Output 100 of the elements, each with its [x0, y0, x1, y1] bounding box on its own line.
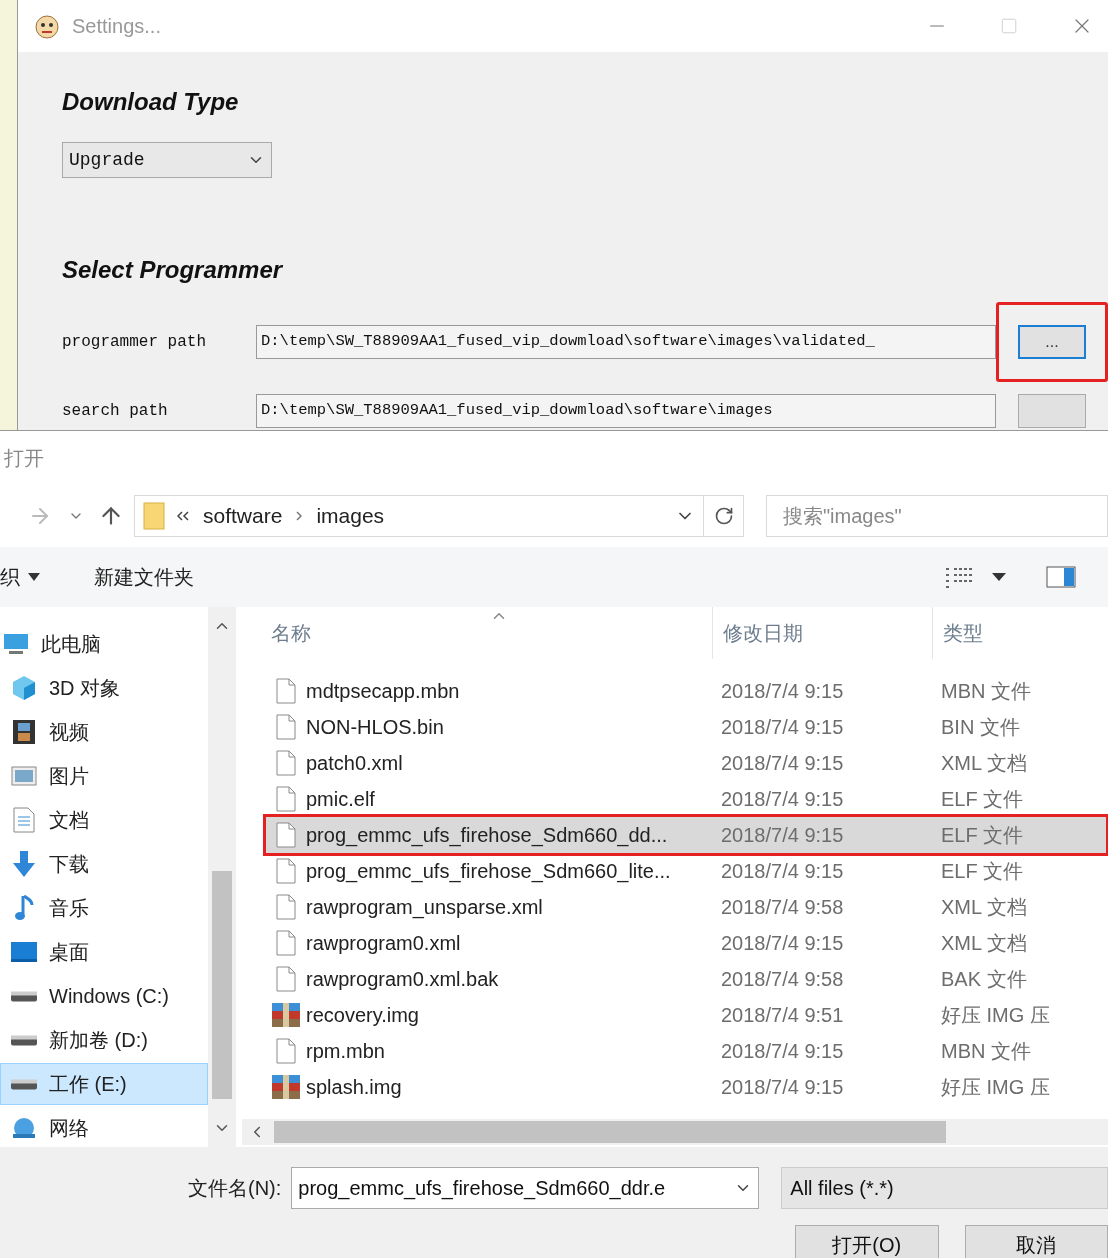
- file-date: 2018/7/4 9:15: [720, 1039, 845, 1064]
- file-name: rpm.mbn: [306, 1039, 386, 1064]
- file-name: prog_emmc_ufs_firehose_Sdm660_lite...: [306, 859, 672, 885]
- file-row[interactable]: prog_emmc_ufs_firehose_Sdm660_dd... 2018/7/4 9:15 ELF 文件: [266, 817, 1106, 853]
- sidebar-item[interactable]: 新加卷 (D:): [0, 1019, 208, 1061]
- refresh-button[interactable]: [704, 495, 744, 537]
- sidebar-item[interactable]: 视频: [0, 711, 208, 753]
- file-row[interactable]: rawprogram0.xml 2018/7/4 9:15 XML 文档: [266, 925, 1106, 961]
- path-field[interactable]: D:\temp\SW_T88909AA1_fused_vip_dowmload\software\images: [256, 394, 996, 428]
- dropdown-triangle-icon[interactable]: [992, 573, 1006, 581]
- file-name: recovery.img: [306, 1003, 420, 1028]
- column-header[interactable]: 名称: [242, 618, 712, 648]
- path-label: programmer path: [62, 332, 208, 353]
- file-type: 好压 IMG 压: [940, 1003, 1051, 1028]
- sidebar-item[interactable]: 网络: [0, 1107, 208, 1147]
- file-type: BAK 文件: [940, 967, 1028, 992]
- file-name: rawprogram0.xml.bak: [306, 967, 500, 992]
- file-name: patch0.xml: [306, 751, 404, 776]
- file-icon: [276, 714, 296, 740]
- horizontal-scrollbar[interactable]: [242, 1119, 1108, 1145]
- file-date: 2018/7/4 9:15: [720, 1075, 845, 1100]
- file-type: XML 文档: [940, 751, 1028, 776]
- file-row[interactable]: splash.img 2018/7/4 9:15 好压 IMG 压: [266, 1069, 1106, 1105]
- address-bar[interactable]: software images: [134, 495, 704, 537]
- preview-pane-icon[interactable]: [1046, 566, 1076, 588]
- view-options-icon[interactable]: [944, 566, 974, 588]
- file-type: ELF 文件: [940, 787, 1025, 812]
- computer-icon: [3, 633, 29, 655]
- file-icon: [276, 966, 296, 992]
- sidebar-scrollbar[interactable]: [208, 607, 236, 1147]
- download-type-dropdown[interactable]: Upgrade: [62, 142, 272, 178]
- file-date: 2018/7/4 9:58: [720, 967, 845, 992]
- sidebar-item[interactable]: 工作 (E:): [0, 1063, 208, 1105]
- maximize-icon: [1000, 17, 1018, 35]
- dropdown-triangle-icon: [28, 573, 40, 581]
- file-name: splash.img: [306, 1075, 403, 1100]
- music-note-icon: [14, 894, 34, 922]
- archive-icon: [271, 1074, 301, 1100]
- file-type: BIN 文件: [940, 715, 1021, 740]
- search-field[interactable]: 搜索"images": [766, 495, 1108, 537]
- file-name: rawprogram_unsparse.xml: [306, 895, 544, 921]
- film-icon: [12, 719, 36, 745]
- sidebar-item[interactable]: 文档: [0, 799, 208, 841]
- file-name: rawprogram0.xml: [306, 931, 462, 956]
- sidebar-item[interactable]: Windows (C:): [0, 975, 208, 1017]
- file-row[interactable]: prog_emmc_ufs_firehose_Sdm660_lite... 2018/7/4 9:15 ELF 文件: [266, 853, 1106, 889]
- sidebar-item[interactable]: 3D 对象: [0, 667, 208, 709]
- overflow-chevrons-icon[interactable]: [177, 511, 189, 521]
- scrollbar-thumb[interactable]: [212, 871, 232, 1099]
- file-type: MBN 文件: [940, 679, 1032, 704]
- file-row[interactable]: rawprogram_unsparse.xml 2018/7/4 9:58 XML 文档: [266, 889, 1106, 925]
- file-type: MBN 文件: [940, 1039, 1032, 1064]
- file-date: 2018/7/4 9:15: [720, 679, 845, 704]
- drive-icon: [10, 990, 38, 1002]
- browse-button[interactable]: ...: [1018, 325, 1086, 359]
- file-icon: [276, 894, 296, 920]
- file-name: NON-HLOS.bin: [306, 715, 445, 740]
- cancel-button[interactable]: 取消: [964, 1225, 1108, 1258]
- dialog-title: 打开: [4, 446, 44, 471]
- sidebar-item[interactable]: 桌面: [0, 931, 208, 973]
- file-row[interactable]: mdtpsecapp.mbn 2018/7/4 9:15 MBN 文件: [266, 673, 1106, 709]
- breadcrumb-item[interactable]: software: [203, 500, 283, 532]
- organize-menu[interactable]: 织: [0, 562, 40, 592]
- new-folder-button[interactable]: 新建文件夹: [94, 562, 194, 592]
- file-icon: [276, 930, 296, 956]
- file-row[interactable]: pmic.elf 2018/7/4 9:15 ELF 文件: [266, 781, 1106, 817]
- section-heading: Select Programmer: [62, 258, 284, 282]
- file-icon: [276, 750, 296, 776]
- file-type: XML 文档: [940, 895, 1028, 920]
- path-label: search path: [62, 401, 169, 422]
- file-name-field[interactable]: prog_emmc_ufs_firehose_Sdm660_ddr.e: [291, 1167, 760, 1209]
- refresh-icon: [713, 506, 734, 526]
- file-name-label: 文件名(N):: [188, 1176, 282, 1201]
- globe-icon: [11, 1116, 37, 1140]
- scrollbar-thumb[interactable]: [274, 1121, 946, 1143]
- file-row[interactable]: recovery.img 2018/7/4 9:51 好压 IMG 压: [266, 997, 1106, 1033]
- breadcrumb-item[interactable]: images: [316, 500, 385, 532]
- file-row[interactable]: patch0.xml 2018/7/4 9:15 XML 文档: [266, 745, 1106, 781]
- file-row[interactable]: rawprogram0.xml.bak 2018/7/4 9:58 BAK 文件: [266, 961, 1106, 997]
- sidebar-item[interactable]: 音乐: [0, 887, 208, 929]
- file-row[interactable]: rpm.mbn 2018/7/4 9:15 MBN 文件: [266, 1033, 1106, 1069]
- file-date: 2018/7/4 9:15: [720, 859, 845, 884]
- sidebar-item[interactable]: 此电脑: [0, 623, 208, 665]
- file-icon: [276, 678, 296, 704]
- file-date: 2018/7/4 9:51: [720, 1003, 845, 1028]
- column-header[interactable]: 类型: [932, 607, 1108, 659]
- desktop-icon: [10, 941, 38, 963]
- file-row[interactable]: NON-HLOS.bin 2018/7/4 9:15 BIN 文件: [266, 709, 1106, 745]
- file-type: 好压 IMG 压: [940, 1075, 1051, 1100]
- path-field[interactable]: D:\temp\SW_T88909AA1_fused_vip_dowmload\software\images\validated_: [256, 325, 996, 359]
- sidebar-item[interactable]: 下载: [0, 843, 208, 885]
- file-icon: [276, 786, 296, 812]
- sidebar-item[interactable]: 图片: [0, 755, 208, 797]
- app-icon: [32, 12, 62, 40]
- file-date: 2018/7/4 9:15: [720, 751, 845, 776]
- drive-icon: [10, 1078, 38, 1090]
- folder-icon: [143, 502, 165, 530]
- open-button[interactable]: 打开(O): [795, 1225, 939, 1258]
- column-header[interactable]: 修改日期: [712, 607, 932, 659]
- file-type-dropdown[interactable]: All files (*.*): [781, 1167, 1108, 1209]
